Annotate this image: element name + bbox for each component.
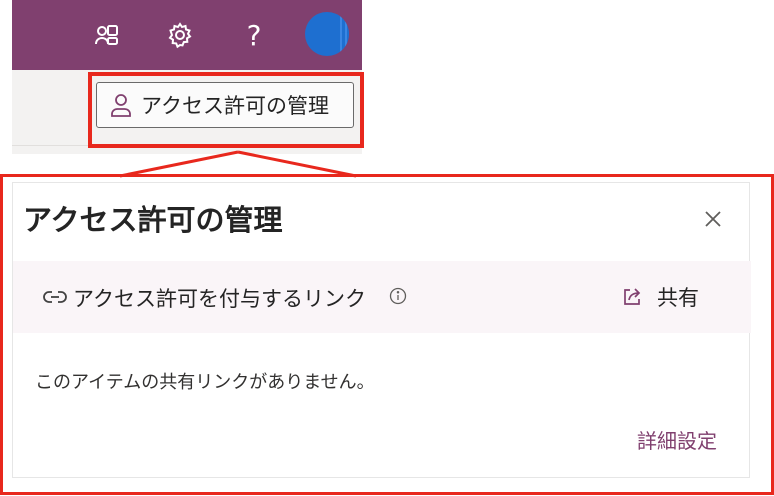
app-top-bar: ? [12, 0, 362, 70]
highlight-box-panel [0, 174, 774, 495]
gear-icon[interactable] [164, 15, 196, 55]
highlight-box-button [88, 72, 364, 148]
avatar[interactable] [305, 12, 349, 56]
people-group-icon[interactable] [92, 15, 124, 55]
help-icon[interactable]: ? [238, 15, 270, 55]
